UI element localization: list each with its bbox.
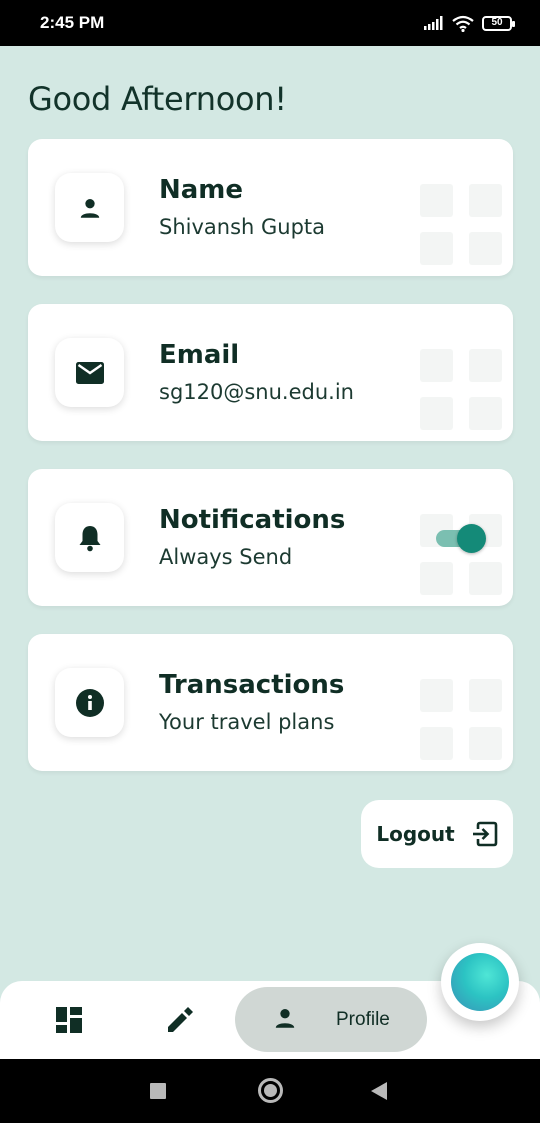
status-bar: 2:45 PM 50	[0, 0, 540, 46]
card-notifications[interactable]: Notifications Always Send	[28, 469, 513, 606]
grid-decoration	[420, 679, 502, 761]
wifi-icon	[452, 15, 474, 32]
greeting-title: Good Afternoon!	[28, 80, 287, 118]
status-icons: 50	[424, 12, 515, 34]
recents-icon[interactable]	[150, 1083, 166, 1099]
nav-label-profile: Profile	[336, 1009, 390, 1030]
card-subtitle: Your travel plans	[159, 710, 335, 734]
card-email[interactable]: Email sg120@snu.edu.in	[28, 304, 513, 441]
card-title: Name	[159, 175, 244, 205]
battery-icon: 50	[482, 15, 515, 31]
person-icon	[275, 1009, 295, 1028]
mail-icon	[75, 361, 104, 384]
nav-item-dashboard[interactable]	[40, 981, 98, 1059]
card-icon-container	[55, 338, 124, 407]
pencil-icon	[168, 1007, 193, 1032]
person-icon	[80, 198, 99, 218]
grid-decoration	[420, 349, 502, 431]
signal-icon	[424, 16, 443, 30]
card-subtitle: sg120@snu.edu.in	[159, 380, 354, 404]
back-icon[interactable]	[371, 1082, 387, 1100]
logout-button[interactable]: Logout	[361, 800, 513, 868]
card-icon-container	[55, 668, 124, 737]
nav-item-edit[interactable]	[151, 981, 209, 1059]
card-icon-container	[55, 173, 124, 242]
status-time: 2:45 PM	[40, 13, 105, 32]
card-subtitle: Always Send	[159, 545, 293, 569]
grid-decoration	[420, 184, 502, 266]
card-title: Notifications	[159, 505, 346, 535]
card-icon-container	[55, 503, 124, 572]
card-subtitle: Shivansh Gupta	[159, 215, 326, 239]
card-title: Email	[159, 340, 240, 370]
logout-label: Logout	[376, 822, 455, 846]
nav-item-profile[interactable]: Profile	[235, 987, 427, 1052]
logout-icon	[472, 821, 497, 847]
fab-orb-icon	[451, 953, 509, 1011]
toggle-knob	[457, 524, 486, 553]
notifications-toggle[interactable]	[436, 523, 486, 553]
dashboard-icon	[56, 1007, 82, 1033]
card-title: Transactions	[159, 670, 345, 700]
info-icon	[75, 688, 104, 717]
home-icon[interactable]	[258, 1078, 283, 1103]
bell-icon	[79, 525, 100, 551]
card-transactions[interactable]: Transactions Your travel plans	[28, 634, 513, 771]
floating-action-button[interactable]	[441, 943, 519, 1021]
battery-level: 50	[491, 17, 503, 28]
card-name[interactable]: Name Shivansh Gupta	[28, 139, 513, 276]
